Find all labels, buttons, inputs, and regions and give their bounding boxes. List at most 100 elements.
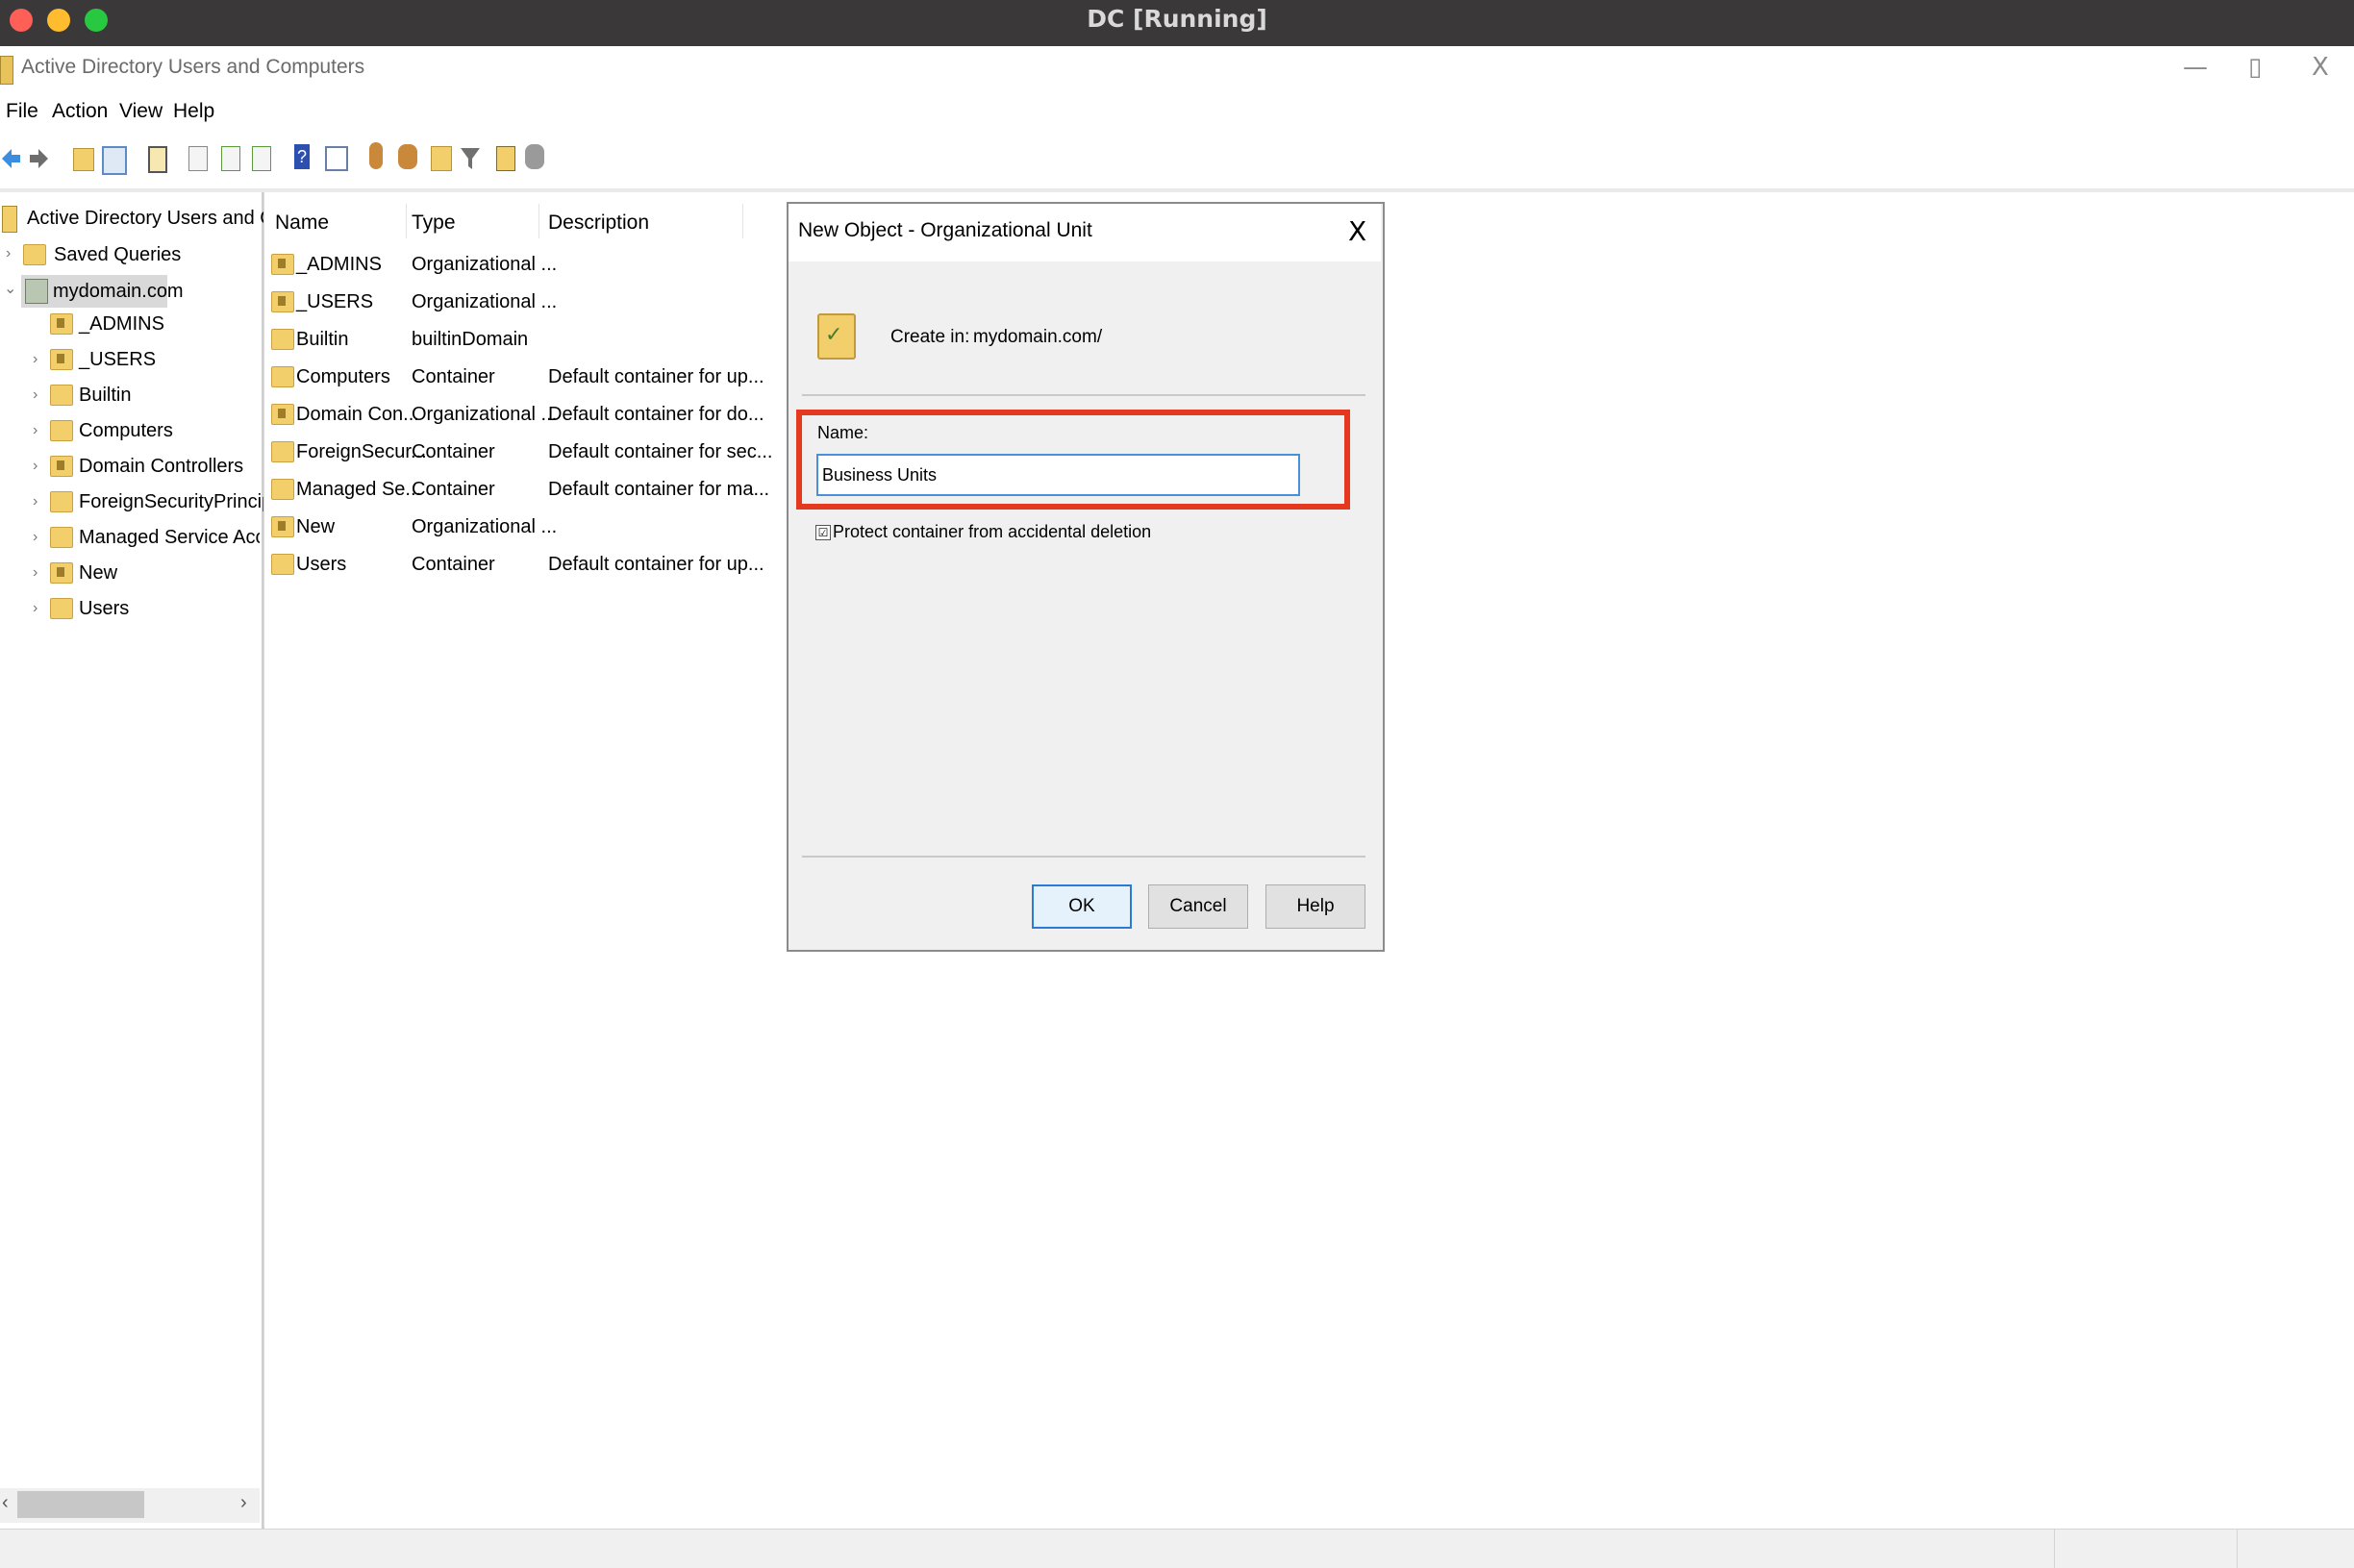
chevron-right-icon[interactable]: › xyxy=(6,245,11,262)
tree-item-users[interactable]: Users xyxy=(79,592,129,625)
domain-icon xyxy=(25,279,48,304)
menu-view[interactable]: View xyxy=(119,100,163,123)
toolbar: ? xyxy=(0,138,2354,181)
status-bar xyxy=(0,1529,2354,1568)
folder-icon xyxy=(271,479,294,500)
row-name: Managed Se... xyxy=(296,479,422,500)
export-list-icon[interactable] xyxy=(252,146,271,171)
row-name: Builtin xyxy=(296,329,349,350)
chevron-right-icon[interactable]: › xyxy=(33,529,38,546)
name-field[interactable] xyxy=(816,454,1300,496)
protect-checkbox[interactable]: ☑ xyxy=(815,525,831,540)
row-description: Default container for up... xyxy=(548,366,764,387)
vm-title: DC [Running] xyxy=(1087,5,1267,33)
row-name: ForeignSecur... xyxy=(296,441,427,462)
row-type: Organizational ... xyxy=(412,291,558,312)
row-type: Organizational ... xyxy=(412,254,558,275)
folder-icon xyxy=(50,385,73,406)
dialog-close-button[interactable]: X xyxy=(1348,215,1366,247)
delegate-control-icon[interactable] xyxy=(525,144,544,169)
row-type: Container xyxy=(412,366,495,387)
tree-item-new[interactable]: New xyxy=(79,557,117,589)
snapin-root-icon xyxy=(2,206,17,233)
chevron-down-icon[interactable]: ⌄ xyxy=(4,279,16,298)
ou-folder-icon xyxy=(50,349,73,370)
column-header-type[interactable]: Type xyxy=(412,212,456,235)
row-name: New xyxy=(296,516,336,537)
row-description: Default container for up... xyxy=(548,554,764,575)
ok-button[interactable]: OK xyxy=(1032,884,1132,929)
clipboard-icon[interactable] xyxy=(148,146,167,173)
ou-folder-icon xyxy=(271,291,294,312)
tree-item-domain-controllers[interactable]: Domain Controllers xyxy=(79,450,243,483)
column-header-description[interactable]: Description xyxy=(548,212,649,235)
row-description: Default container for ma... xyxy=(548,479,770,500)
forward-icon[interactable] xyxy=(29,146,50,171)
new-group-icon[interactable] xyxy=(398,144,417,169)
menu-file[interactable]: File xyxy=(6,100,38,123)
chevron-right-icon[interactable]: › xyxy=(33,564,38,582)
protect-label[interactable]: Protect container from accidental deleti… xyxy=(833,522,1151,542)
chevron-right-icon[interactable]: › xyxy=(33,458,38,475)
show-hide-console-tree-icon[interactable] xyxy=(102,146,127,175)
status-divider xyxy=(2054,1530,2055,1568)
chevron-right-icon[interactable]: › xyxy=(33,422,38,439)
chevron-right-icon[interactable]: › xyxy=(33,493,38,510)
up-folder-icon[interactable] xyxy=(73,148,94,171)
create-in-label: Create in: xyxy=(890,327,970,347)
ou-folder-icon xyxy=(50,456,73,477)
row-type: Container xyxy=(412,479,495,500)
ou-folder-icon xyxy=(271,516,294,537)
tree-item-mydomain[interactable]: mydomain.com xyxy=(53,275,184,308)
row-type: Container xyxy=(412,441,495,462)
refresh-icon[interactable] xyxy=(221,146,240,171)
menu-action[interactable]: Action xyxy=(52,100,108,123)
minimize-button[interactable]: — xyxy=(2183,53,2208,82)
folder-icon xyxy=(50,491,73,512)
scroll-right-icon[interactable]: › xyxy=(240,1492,247,1514)
find-icon[interactable] xyxy=(496,146,515,171)
tree-item-managed-service-accounts[interactable]: Managed Service Accoun xyxy=(79,521,260,554)
check-icon: ✓ xyxy=(825,323,843,347)
tree-item-users-ou[interactable]: _USERS xyxy=(79,343,156,376)
column-separator[interactable] xyxy=(406,204,407,238)
new-ou-icon[interactable] xyxy=(431,146,452,171)
row-description: Default container for sec... xyxy=(548,441,773,462)
cancel-button[interactable]: Cancel xyxy=(1148,884,1248,929)
ou-folder-icon xyxy=(271,254,294,275)
new-user-icon[interactable] xyxy=(369,142,383,169)
help-button[interactable]: Help xyxy=(1265,884,1365,929)
tree-item-admins[interactable]: _ADMINS xyxy=(79,308,164,340)
status-divider xyxy=(2237,1530,2238,1568)
chevron-right-icon[interactable]: › xyxy=(33,600,38,617)
menu-help[interactable]: Help xyxy=(173,100,214,123)
tree-item-computers[interactable]: Computers xyxy=(79,414,173,447)
ou-folder-icon xyxy=(271,404,294,425)
app-title: Active Directory Users and Computers xyxy=(21,56,365,78)
divider xyxy=(802,856,1365,858)
row-name: Computers xyxy=(296,366,390,387)
console-view-icon[interactable] xyxy=(325,146,348,171)
row-type: Organizational ... xyxy=(412,516,558,537)
back-icon[interactable] xyxy=(0,146,21,171)
close-button[interactable]: X xyxy=(2312,53,2329,82)
column-separator[interactable] xyxy=(538,204,539,238)
console-tree xyxy=(0,192,264,1529)
scroll-left-icon[interactable]: ‹ xyxy=(2,1492,9,1514)
column-separator[interactable] xyxy=(742,204,743,238)
row-name: _USERS xyxy=(296,291,374,312)
chevron-right-icon[interactable]: › xyxy=(33,351,38,368)
create-in-value: mydomain.com/ xyxy=(973,327,1103,347)
help-icon[interactable]: ? xyxy=(294,144,310,169)
tree-item-saved-queries[interactable]: Saved Queries xyxy=(54,238,181,271)
restore-button[interactable]: ▯ xyxy=(2248,53,2262,82)
tree-item-builtin[interactable]: Builtin xyxy=(79,379,131,411)
dialog-title: New Object - Organizational Unit xyxy=(798,219,1092,241)
folder-icon xyxy=(271,329,294,350)
row-type: builtinDomain xyxy=(412,329,529,350)
scrollbar-thumb[interactable] xyxy=(17,1491,144,1518)
chevron-right-icon[interactable]: › xyxy=(33,386,38,404)
column-header-name[interactable]: Name xyxy=(275,212,329,235)
properties-icon[interactable] xyxy=(188,146,208,171)
filter-icon[interactable] xyxy=(460,146,481,171)
